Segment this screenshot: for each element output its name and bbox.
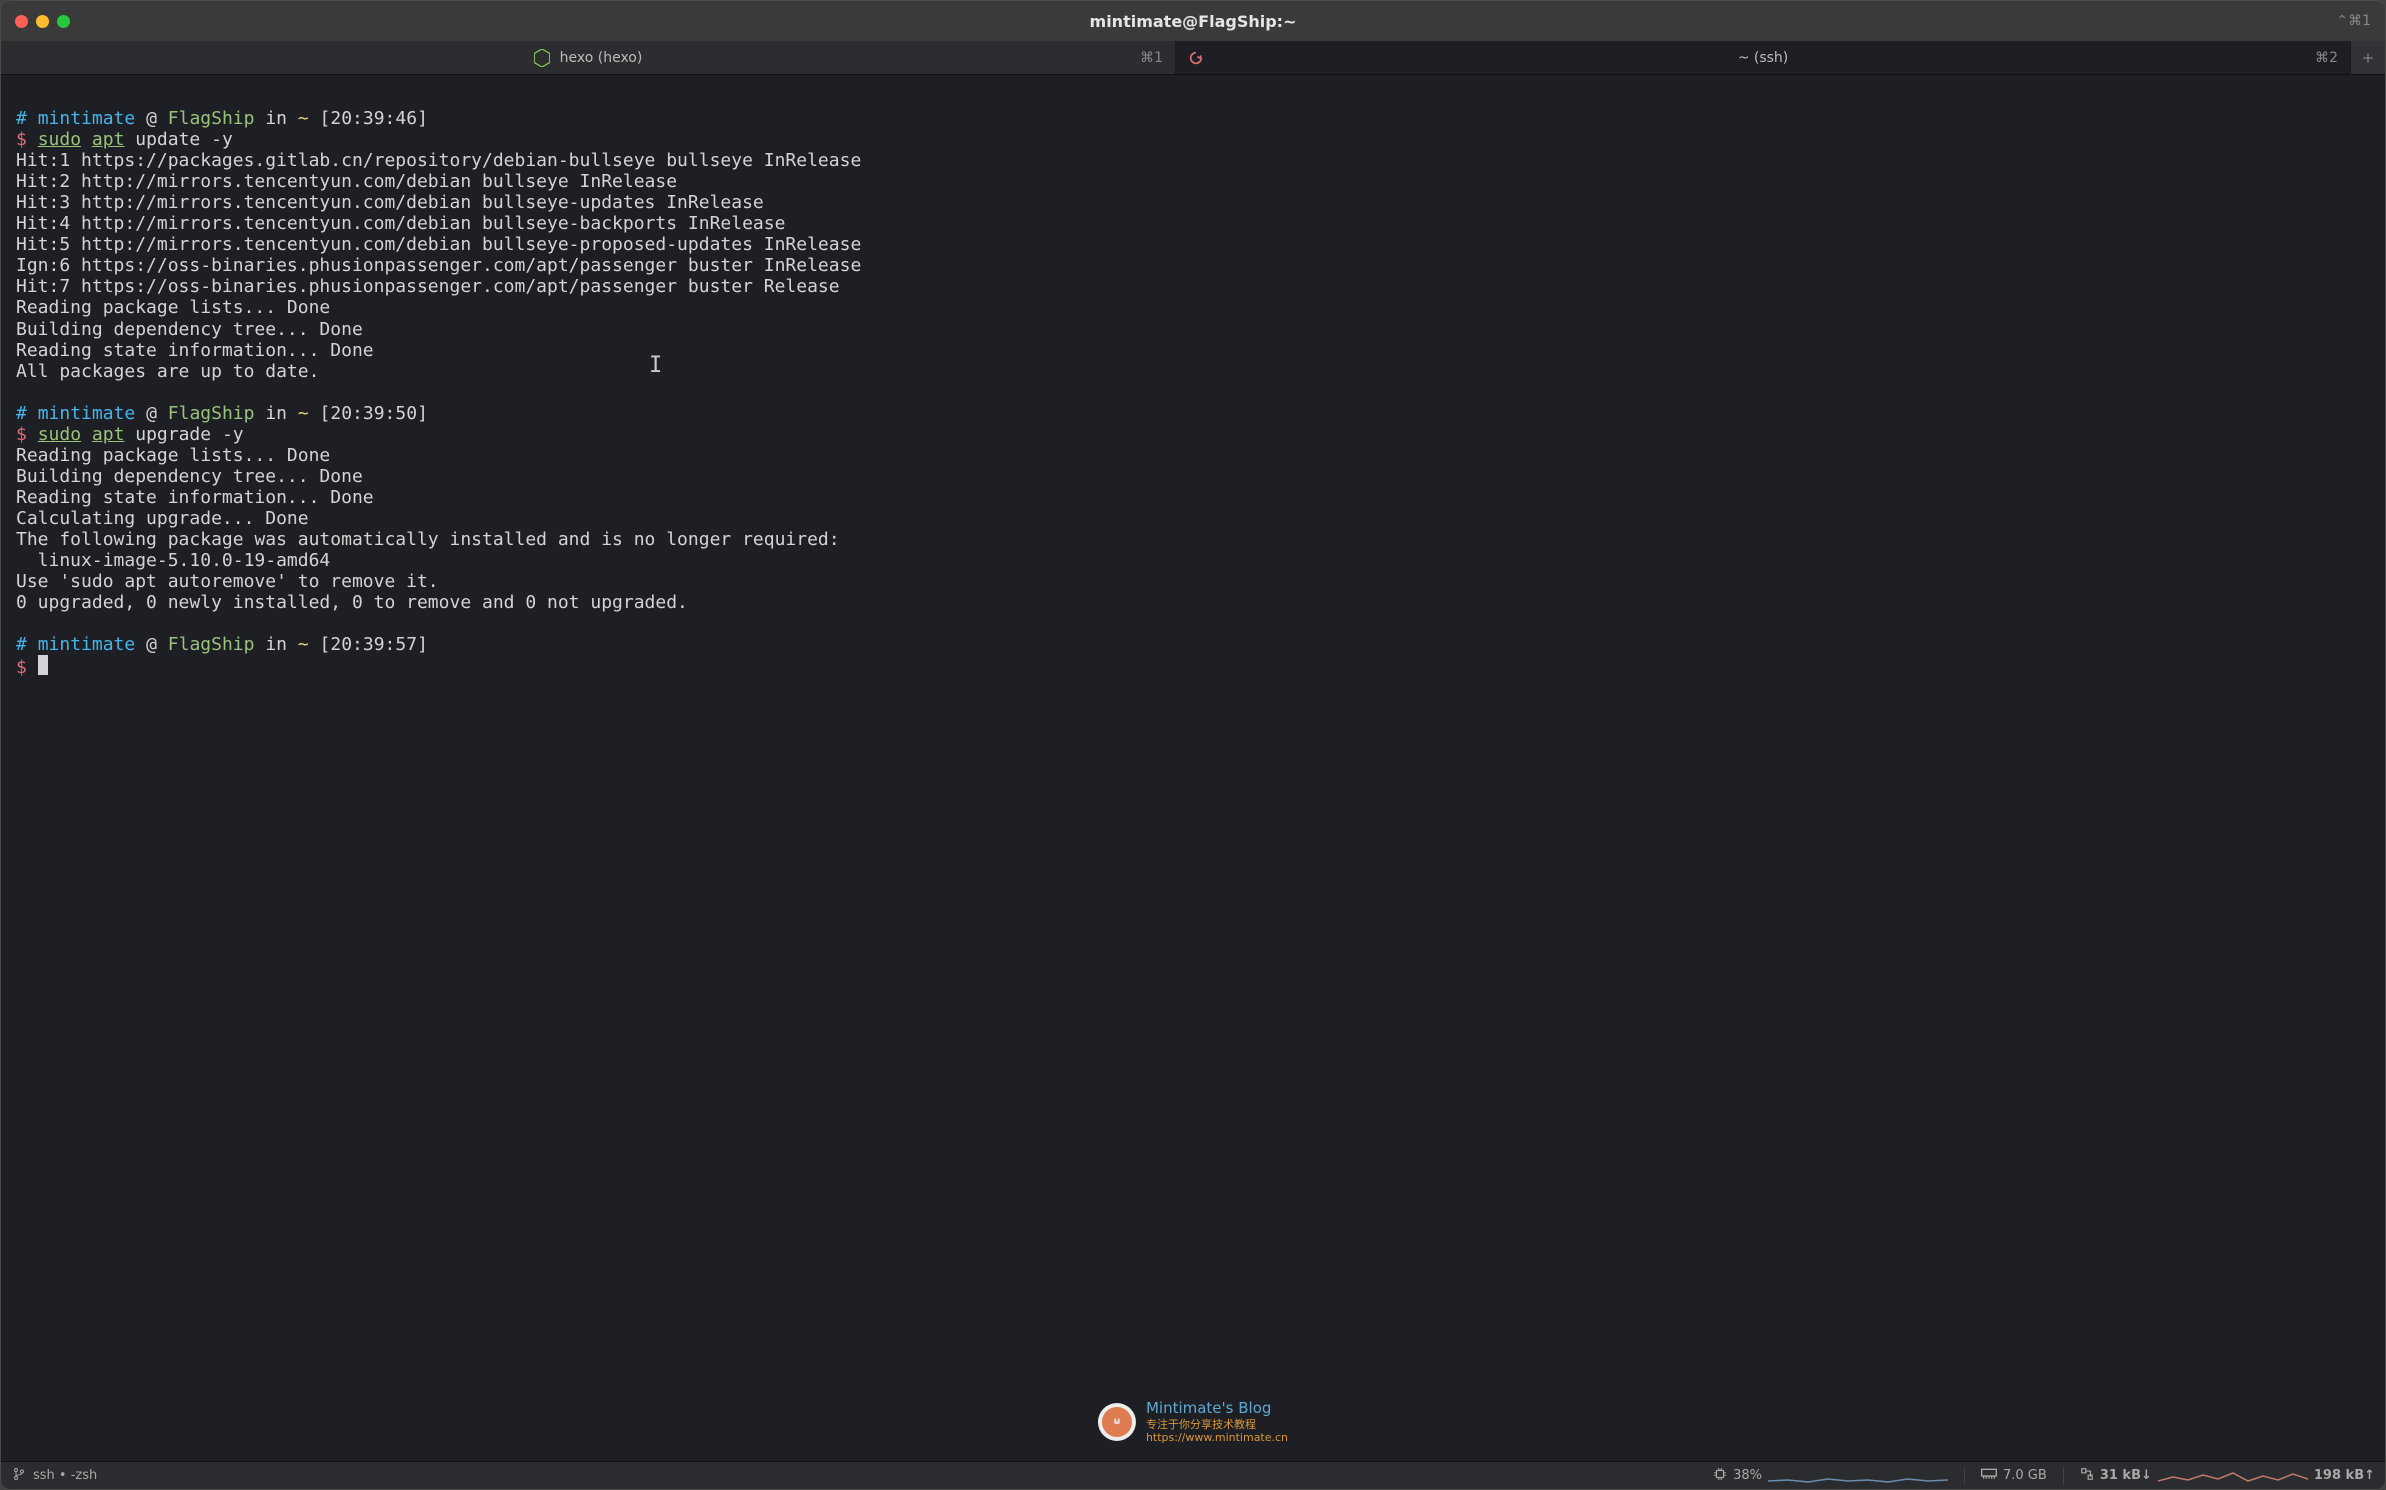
tab-label: hexo (hexo): [560, 50, 643, 66]
cursor: [38, 655, 48, 675]
watermark-logo-icon: ω: [1098, 1403, 1136, 1441]
output-line: 0 upgraded, 0 newly installed, 0 to remo…: [16, 592, 688, 613]
watermark-url: https://www.mintimate.cn: [1146, 1431, 1288, 1445]
output-line: Calculating upgrade... Done: [16, 508, 309, 529]
output-line: Reading state information... Done: [16, 340, 374, 361]
window-title: mintimate@FlagShip:~: [1090, 12, 1297, 31]
memory-icon: [1981, 1468, 1997, 1484]
maximize-icon[interactable]: [57, 15, 70, 28]
output-line: linux-image-5.10.0-19-amd64: [16, 550, 330, 571]
tab-hexo[interactable]: hexo (hexo) ⌘1: [1, 41, 1176, 74]
output-line: Hit:7 https://oss-binaries.phusionpassen…: [16, 276, 840, 297]
sync-icon: [1188, 50, 1204, 66]
output-line: Reading package lists... Done: [16, 297, 330, 318]
traffic-lights: [15, 15, 70, 28]
status-net-up: 198 kB↑: [2314, 1468, 2375, 1483]
output-line: Hit:5 http://mirrors.tencentyun.com/debi…: [16, 234, 861, 255]
network-icon: [2080, 1467, 2094, 1485]
tab-shortcut: ⌘2: [2315, 50, 2338, 66]
title-bar[interactable]: mintimate@FlagShip:~ ⌃⌘1: [1, 1, 2385, 41]
output-line: Hit:3 http://mirrors.tencentyun.com/debi…: [16, 192, 764, 213]
watermark-subtitle: 专注于你分享技术教程: [1146, 1418, 1288, 1432]
close-icon[interactable]: [15, 15, 28, 28]
plus-icon: [2361, 51, 2375, 65]
output-line: Hit:1 https://packages.gitlab.cn/reposit…: [16, 150, 861, 171]
status-cpu: 38%: [1733, 1468, 1762, 1483]
window-shortcut-hint: ⌃⌘1: [2336, 13, 2371, 29]
tab-label: ~ (ssh): [1738, 50, 1789, 66]
tab-bar: hexo (hexo) ⌘1 ~ (ssh) ⌘2: [1, 41, 2385, 75]
cpu-icon: [1713, 1467, 1727, 1485]
status-bar: ssh • -zsh 38% 7.0 GB 31 kB↓ 198 kB↑: [1, 1461, 2385, 1489]
output-line: Hit:2 http://mirrors.tencentyun.com/debi…: [16, 171, 677, 192]
output-line: Hit:4 http://mirrors.tencentyun.com/debi…: [16, 213, 785, 234]
watermark-title: Mintimate's Blog: [1146, 1399, 1288, 1418]
tab-ssh[interactable]: ~ (ssh) ⌘2: [1176, 41, 2351, 74]
net-sparkline: [2158, 1467, 2308, 1485]
output-line: Building dependency tree... Done: [16, 319, 363, 340]
watermark: ω Mintimate's Blog 专注于你分享技术教程 https://ww…: [1098, 1399, 1288, 1445]
output-line: Building dependency tree... Done: [16, 466, 363, 487]
status-process: ssh • -zsh: [33, 1468, 97, 1483]
output-line: Use 'sudo apt autoremove' to remove it.: [16, 571, 439, 592]
output-line: The following package was automatically …: [16, 529, 840, 550]
new-tab-button[interactable]: [2351, 41, 2385, 74]
output-line: Reading package lists... Done: [16, 445, 330, 466]
output-line: Ign:6 https://oss-binaries.phusionpassen…: [16, 255, 861, 276]
branch-icon: [13, 1467, 25, 1485]
status-memory: 7.0 GB: [2003, 1468, 2047, 1483]
output-line: All packages are up to date.: [16, 361, 319, 382]
node-icon: [534, 49, 550, 67]
status-net-down: 31 kB↓: [2100, 1468, 2152, 1483]
cpu-sparkline: [1768, 1467, 1948, 1485]
output-line: Reading state information... Done: [16, 487, 374, 508]
terminal-body[interactable]: # mintimate @ FlagShip in ~ [20:39:46] $…: [1, 75, 2385, 1461]
tab-shortcut: ⌘1: [1140, 50, 1163, 66]
minimize-icon[interactable]: [36, 15, 49, 28]
terminal-window: mintimate@FlagShip:~ ⌃⌘1 hexo (hexo) ⌘1 …: [0, 0, 2386, 1490]
ibeam-cursor-icon: 𝙸: [649, 353, 662, 379]
